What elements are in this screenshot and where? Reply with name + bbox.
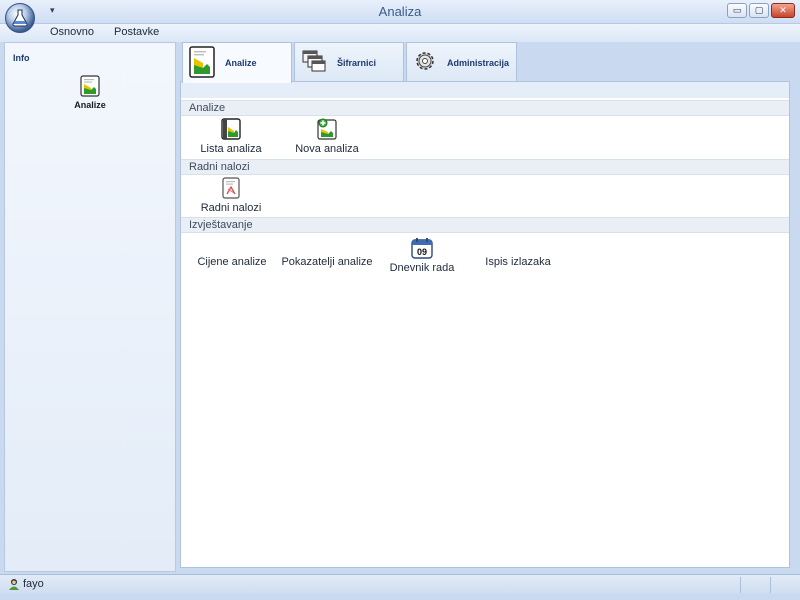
minimize-button[interactable]: ▭	[727, 3, 747, 18]
tile-label: Cijene analize	[197, 256, 267, 268]
menu-postavke[interactable]: Postavke	[114, 26, 159, 38]
document-chart-icon	[221, 118, 241, 140]
info-header: Info	[13, 53, 30, 63]
menu-osnovno[interactable]: Osnovno	[50, 26, 94, 38]
tab-label: Administracija	[447, 57, 510, 68]
tile-label: Pokazatelji analize	[281, 256, 373, 268]
tile-label: Ispis izlazaka	[485, 256, 551, 268]
sidebar-item-label: Analize	[74, 100, 106, 110]
pokazatelji-analize-button[interactable]: Pokazatelji analize	[279, 256, 375, 268]
calendar-day: 09	[417, 247, 427, 257]
tab-sifrarnici[interactable]: Šifrarnici	[294, 42, 404, 82]
section-header-izvjestavanje: Izvještavanje	[181, 217, 789, 233]
cijene-analize-button[interactable]: Cijene analize	[193, 256, 271, 268]
dnevnik-rada-button[interactable]: 09 Dnevnik rada	[386, 237, 458, 274]
ribbon-tabs: Analize Šifrarnici Administracija	[182, 42, 519, 83]
windows-stack-icon	[301, 48, 327, 77]
tab-administracija[interactable]: Administracija	[406, 42, 517, 82]
nova-analiza-button[interactable]: Nova analiza	[291, 118, 363, 155]
tab-analize[interactable]: Analize	[182, 42, 292, 83]
ispis-izlazaka-button[interactable]: Ispis izlazaka	[479, 256, 557, 268]
gear-icon	[413, 49, 437, 76]
menu-bar: Osnovno Postavke	[0, 24, 800, 42]
app-menu-button[interactable]	[5, 3, 35, 33]
section-header-analize: Analize	[181, 100, 789, 116]
flask-icon	[12, 9, 28, 27]
status-bar: fayo	[0, 574, 800, 594]
tile-label: Nova analiza	[295, 143, 359, 155]
status-username: fayo	[23, 578, 44, 590]
tile-label: Lista analiza	[200, 143, 262, 155]
document-add-icon	[317, 118, 337, 140]
left-pane: Info Analize	[4, 42, 176, 572]
lista-analiza-button[interactable]: Lista analiza	[196, 118, 266, 155]
title-bar: ▾ Analiza ▭ ▢ ✕	[0, 0, 800, 33]
tile-label: Dnevnik rada	[389, 262, 455, 274]
sidebar-item-analize[interactable]: Analize	[65, 75, 115, 110]
maximize-button[interactable]: ▢	[749, 3, 769, 18]
main-panel: Analize Lista analiza Nova analiza Radni…	[180, 81, 790, 568]
document-chart-icon	[189, 45, 215, 81]
calendar-icon: 09	[411, 237, 433, 259]
window-title: Analiza	[378, 4, 422, 19]
section-header-radni-nalozi: Radni nalozi	[181, 159, 789, 175]
tile-label: Radni nalozi	[200, 202, 262, 214]
tab-label: Analize	[225, 58, 257, 68]
document-red-icon	[221, 177, 241, 199]
radni-nalozi-button[interactable]: Radni nalozi	[196, 177, 266, 214]
document-chart-icon	[80, 75, 100, 97]
status-user: fayo	[8, 578, 44, 590]
close-button[interactable]: ✕	[771, 3, 795, 18]
user-icon	[9, 579, 19, 590]
tab-label: Šifrarnici	[337, 57, 377, 68]
